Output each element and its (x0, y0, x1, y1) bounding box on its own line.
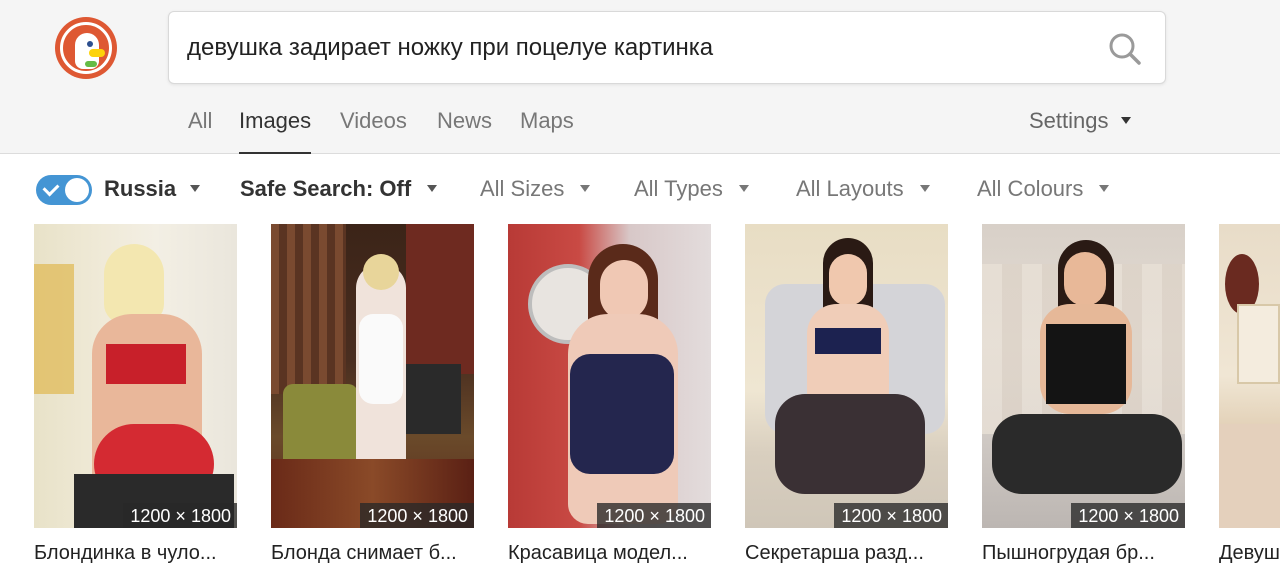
search-input[interactable] (187, 30, 1087, 66)
result-title[interactable]: Девуш (1219, 542, 1280, 565)
types-dropdown[interactable]: All Types (634, 175, 749, 203)
result-thumbnail[interactable] (1219, 224, 1280, 528)
result-thumbnail[interactable]: 1200 × 1800 (982, 224, 1185, 528)
image-result[interactable]: 1200 × 1800 Блондинка в чуло... (34, 224, 237, 564)
result-thumbnail[interactable]: 1200 × 1800 (745, 224, 948, 528)
search-box (168, 11, 1166, 84)
layouts-label: All Layouts (796, 176, 904, 201)
result-thumbnail[interactable]: 1200 × 1800 (34, 224, 237, 528)
result-thumbnail[interactable]: 1200 × 1800 (271, 224, 474, 528)
chevron-down-icon (738, 184, 749, 192)
types-label: All Types (634, 176, 723, 201)
tab-all[interactable]: All (188, 106, 212, 154)
result-title[interactable]: Секретарша разд... (745, 542, 985, 565)
safe-search-label: Safe Search: Off (240, 176, 412, 201)
image-dimensions: 1200 × 1800 (360, 503, 474, 528)
chevron-down-icon (919, 184, 930, 192)
colours-dropdown[interactable]: All Colours (977, 175, 1110, 203)
chevron-down-icon (190, 184, 201, 192)
settings-dropdown[interactable]: Settings (1029, 106, 1131, 136)
chevron-down-icon (427, 184, 438, 192)
chevron-down-icon (580, 184, 591, 192)
sizes-label: All Sizes (480, 176, 565, 201)
sizes-dropdown[interactable]: All Sizes (480, 175, 591, 203)
region-toggle[interactable] (36, 175, 92, 205)
image-result[interactable]: 1200 × 1800 Блонда снимает б... (271, 224, 474, 564)
result-title[interactable]: Блонда снимает б... (271, 542, 511, 565)
layouts-dropdown[interactable]: All Layouts (796, 175, 930, 203)
header: All Images Videos News Maps Settings (0, 0, 1280, 154)
image-dimensions: 1200 × 1800 (834, 503, 948, 528)
filter-bar: Russia Safe Search: Off All Sizes All Ty… (0, 164, 1280, 214)
chevron-down-icon (1099, 184, 1110, 192)
image-dimensions: 1200 × 1800 (123, 503, 237, 528)
safe-search-dropdown[interactable]: Safe Search: Off (240, 175, 438, 203)
result-thumbnail[interactable]: 1200 × 1800 (508, 224, 711, 528)
check-icon (42, 179, 60, 197)
chevron-down-icon (1120, 116, 1131, 124)
tab-maps[interactable]: Maps (520, 106, 574, 154)
settings-label: Settings (1029, 108, 1109, 133)
region-dropdown[interactable]: Russia (104, 175, 201, 203)
tab-videos[interactable]: Videos (340, 106, 407, 154)
image-dimensions: 1200 × 1800 (1071, 503, 1185, 528)
result-title[interactable]: Блондинка в чуло... (34, 542, 274, 565)
tab-news[interactable]: News (437, 106, 492, 154)
result-title[interactable]: Красавица модел... (508, 542, 748, 565)
tab-images[interactable]: Images (239, 106, 312, 154)
image-dimensions: 1200 × 1800 (597, 503, 711, 528)
region-label: Russia (104, 176, 177, 201)
image-result[interactable]: 1200 × 1800 Красавица модел... (508, 224, 711, 564)
image-result[interactable]: 1200 × 1800 Пышногрудая бр... (982, 224, 1185, 564)
image-result[interactable]: Девуш (1219, 224, 1280, 569)
colours-label: All Colours (977, 176, 1084, 201)
search-icon[interactable] (1107, 31, 1143, 67)
duckduckgo-logo-icon[interactable] (55, 17, 117, 79)
image-result[interactable]: 1200 × 1800 Секретарша разд... (745, 224, 948, 564)
result-title[interactable]: Пышногрудая бр... (982, 542, 1222, 565)
